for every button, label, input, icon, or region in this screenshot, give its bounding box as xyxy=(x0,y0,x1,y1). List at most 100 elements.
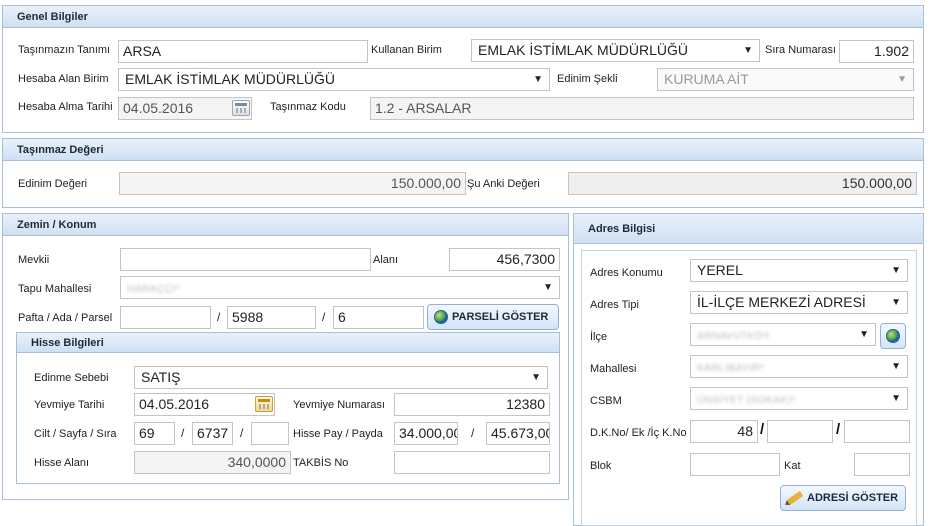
su-anki-degeri-field[interactable]: 150.000,00 xyxy=(568,172,917,195)
tapu-mahallesi-label: Tapu Mahallesi xyxy=(18,283,92,295)
edinme-sebebi-select[interactable]: SATIŞ ▼ xyxy=(134,366,548,389)
tasinmaz-tanimi-label: Taşınmazın Tanımı xyxy=(18,44,111,56)
adres-konumu-select[interactable]: YEREL ▼ xyxy=(690,259,908,282)
takbis-no-label: TAKBİS No xyxy=(293,457,349,469)
dropdown-arrow-icon: ▼ xyxy=(897,74,907,85)
ilce-map-button[interactable] xyxy=(880,323,906,349)
edinme-sebebi-label: Edinme Sebebi xyxy=(34,372,109,384)
adresi-goster-button[interactable]: ADRESİ GÖSTER xyxy=(780,485,906,511)
yevmiye-tarihi-field[interactable]: 04.05.2016 xyxy=(134,393,275,416)
adres-konumu-label: Adres Konumu xyxy=(590,267,663,279)
separator-slash: / xyxy=(217,310,221,324)
adres-tipi-select[interactable]: İL-İLÇE MERKEZİ ADRESİ ▼ xyxy=(690,291,908,314)
hesaba-alan-birim-value: EMLAK İSTİMLAK MÜDÜRLÜĞÜ xyxy=(125,71,336,87)
separator-slash: / xyxy=(181,426,185,440)
kullanan-birim-select[interactable]: EMLAK İSTİMLAK MÜDÜRLÜĞÜ ▼ xyxy=(471,39,760,62)
ilce-value: ARNAVUTKÖY xyxy=(697,331,771,342)
adres-konumu-value: YEREL xyxy=(697,262,743,278)
dropdown-arrow-icon: ▼ xyxy=(533,74,543,85)
adres-tipi-label: Adres Tipi xyxy=(590,299,639,311)
yevmiye-numarasi-field[interactable]: 12380 xyxy=(394,393,550,416)
su-anki-degeri-label: Şu Anki Değeri xyxy=(467,178,540,190)
genel-bilgiler-title: Genel Bilgiler xyxy=(3,6,923,28)
sira-field[interactable] xyxy=(251,422,289,445)
parsel-field[interactable]: 6 xyxy=(333,306,424,329)
tapu-mahallesi-select[interactable]: HARAÇÇI* ▼ xyxy=(120,276,560,299)
edinim-sekli-value: KURUMA AİT xyxy=(664,71,749,87)
takbis-no-field[interactable] xyxy=(394,451,550,474)
csbm-select[interactable]: ÜNSİYET (SOKAK)* ▼ xyxy=(690,387,908,410)
kullanan-birim-value: EMLAK İSTİMLAK MÜDÜRLÜĞÜ xyxy=(478,42,689,58)
tapu-mahallesi-value: HARAÇÇI* xyxy=(127,284,180,295)
alani-field[interactable]: 456,7300 xyxy=(449,248,560,271)
edinim-sekli-select[interactable]: KURUMA AİT ▼ xyxy=(657,68,914,91)
separator-slash: / xyxy=(760,421,765,438)
adres-bilgisi-title: Adres Bilgisi xyxy=(574,214,923,244)
hesaba-alan-birim-select[interactable]: EMLAK İSTİMLAK MÜDÜRLÜĞÜ ▼ xyxy=(118,68,550,91)
ilce-label: İlçe xyxy=(590,331,608,343)
cilt-field[interactable]: 69 xyxy=(134,422,175,445)
csbm-label: CSBM xyxy=(590,395,622,407)
parseli-goster-button[interactable]: PARSELİ GÖSTER xyxy=(427,304,559,330)
csbm-value: ÜNSİYET (SOKAK)* xyxy=(697,395,796,406)
tasinmaz-kodu-label: Taşınmaz Kodu xyxy=(270,101,346,113)
separator-slash: / xyxy=(240,426,244,440)
hesaba-alma-tarihi-label: Hesaba Alma Tarihi xyxy=(18,101,113,113)
mahallesi-select[interactable]: KARLIBAYIR* ▼ xyxy=(690,355,908,378)
alani-label: Alanı xyxy=(373,254,399,266)
separator-slash: / xyxy=(836,421,841,438)
sayfa-field[interactable]: 6737 xyxy=(192,422,233,445)
ilce-select[interactable]: ARNAVUTKÖY ▼ xyxy=(690,323,876,346)
hisse-alani-field[interactable]: 340,0000 xyxy=(134,451,291,474)
dropdown-arrow-icon: ▼ xyxy=(531,372,541,383)
calendar-icon[interactable] xyxy=(232,100,250,116)
ek-no-field[interactable] xyxy=(767,420,833,443)
pafta-field[interactable] xyxy=(120,306,211,329)
ada-field[interactable]: 5988 xyxy=(227,306,316,329)
kat-label: Kat xyxy=(784,460,801,472)
zemin-konum-title: Zemin / Konum xyxy=(3,214,568,236)
sira-numarasi-label: Sıra Numarası xyxy=(765,44,836,56)
parseli-goster-label: PARSELİ GÖSTER xyxy=(452,311,549,323)
cilt-sayfa-sira-label: Cilt / Sayfa / Sıra xyxy=(34,428,117,440)
dropdown-arrow-icon: ▼ xyxy=(891,393,901,404)
blok-field[interactable] xyxy=(690,453,780,476)
kat-field[interactable] xyxy=(854,453,910,476)
dropdown-arrow-icon: ▼ xyxy=(859,329,869,340)
mevkii-field[interactable] xyxy=(120,248,371,271)
ic-kapi-no-field[interactable] xyxy=(844,420,910,443)
kullanan-birim-label: Kullanan Birim xyxy=(371,44,442,56)
tasinmaz-tanimi-field[interactable]: ARSA xyxy=(118,40,368,63)
dkno-field[interactable]: 48 xyxy=(690,420,758,443)
hisse-pay-field[interactable]: 34.000,00 xyxy=(394,422,458,445)
globe-icon xyxy=(886,329,900,343)
hisse-bilgileri-title: Hisse Bilgileri xyxy=(17,333,559,353)
edinim-degeri-field[interactable]: 150.000,00 xyxy=(119,172,466,195)
tasinmaz-kodu-field[interactable]: 1.2 - ARSALAR xyxy=(370,97,914,120)
sira-numarasi-field[interactable]: 1.902 xyxy=(839,40,914,63)
hesaba-alan-birim-label: Hesaba Alan Birim xyxy=(18,73,109,85)
adresi-goster-label: ADRESİ GÖSTER xyxy=(807,492,899,504)
globe-icon xyxy=(434,310,448,324)
blok-label: Blok xyxy=(590,460,612,472)
pafta-ada-parsel-label: Pafta / Ada / Parsel xyxy=(18,312,113,324)
dkno-label: D.K.No/ Ek /İç K.No xyxy=(590,427,687,439)
yevmiye-tarihi-label: Yevmiye Tarihi xyxy=(34,399,105,411)
separator-slash: / xyxy=(322,310,326,324)
hisse-alani-label: Hisse Alanı xyxy=(34,457,90,469)
hisse-payda-field[interactable]: 45.673,00 xyxy=(486,422,550,445)
edinme-sebebi-value: SATIŞ xyxy=(141,369,181,385)
edinim-sekli-label: Edinim Şekli xyxy=(557,73,618,85)
dropdown-arrow-icon: ▼ xyxy=(743,45,753,56)
calendar-icon[interactable] xyxy=(255,396,273,412)
mahallesi-value: KARLIBAYIR* xyxy=(697,363,765,374)
mahallesi-label: Mahallesi xyxy=(590,363,637,375)
mevkii-label: Mevkii xyxy=(18,254,50,266)
tasinmaz-degeri-title: Taşınmaz Değeri xyxy=(3,139,923,161)
adres-tipi-value: İL-İLÇE MERKEZİ ADRESİ xyxy=(697,294,866,310)
dropdown-arrow-icon: ▼ xyxy=(891,265,901,276)
hisse-pay-payda-label: Hisse Pay / Payda xyxy=(293,428,383,440)
dropdown-arrow-icon: ▼ xyxy=(891,361,901,372)
edinim-degeri-label: Edinim Değeri xyxy=(18,178,88,190)
dropdown-arrow-icon: ▼ xyxy=(891,297,901,308)
